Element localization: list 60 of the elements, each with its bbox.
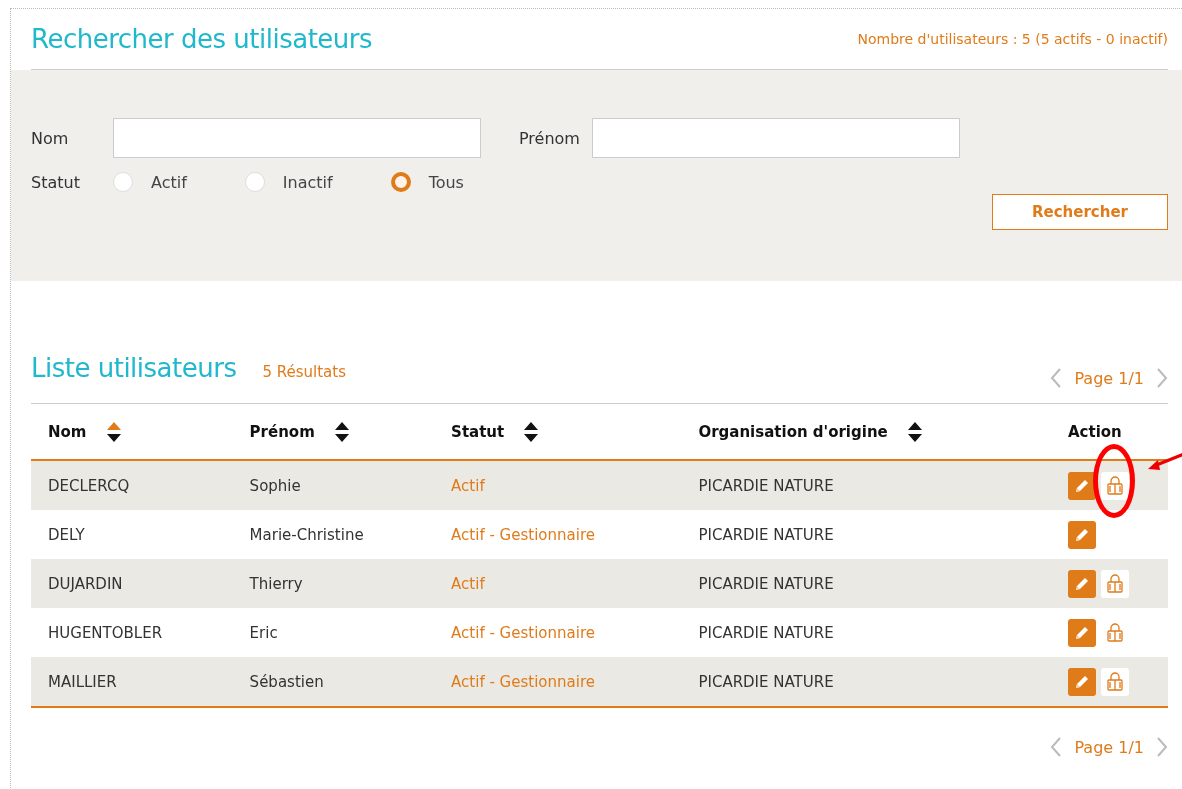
table-cell: DELY — [31, 510, 233, 559]
sort-icon[interactable] — [907, 421, 922, 442]
table-cell: PICARDIE NATURE — [681, 608, 1051, 657]
table-cell: PICARDIE NATURE — [681, 510, 1051, 559]
results-count: 5 Résultats — [262, 363, 346, 381]
access-button[interactable] — [1101, 471, 1129, 500]
edit-button[interactable] — [1068, 520, 1096, 549]
page-indicator: Page 1/1 — [1074, 737, 1144, 757]
sort-icon[interactable] — [524, 421, 539, 442]
field-label: Prénom — [519, 128, 580, 148]
table-cell: DECLERCQ — [31, 460, 233, 510]
book-icon — [1106, 622, 1124, 643]
column-header[interactable]: Organisation d'origine — [698, 421, 922, 442]
table-cell: HUGENTOBLER — [31, 608, 233, 657]
text-input[interactable] — [591, 118, 960, 158]
field-label: Statut — [31, 172, 81, 192]
next-page-icon[interactable] — [1156, 367, 1168, 389]
column-header: Action — [1068, 422, 1122, 441]
field-label: Nom — [31, 128, 70, 148]
access-button[interactable] — [1101, 667, 1129, 696]
text-input[interactable] — [113, 118, 481, 158]
next-page-icon[interactable] — [1156, 736, 1168, 758]
table-cell: PICARDIE NATURE — [681, 460, 1051, 510]
edit-button[interactable] — [1068, 618, 1096, 647]
table-cell: Marie-Christine — [232, 510, 435, 559]
table-cell: Actif - Gestionnaire — [434, 657, 682, 707]
table-cell: Eric — [232, 608, 435, 657]
table-cell: DUJARDIN — [31, 559, 233, 608]
table-cell: PICARDIE NATURE — [681, 559, 1051, 608]
column-header[interactable]: Prénom — [249, 421, 349, 442]
edit-button[interactable] — [1068, 667, 1096, 696]
column-header[interactable]: Nom — [48, 421, 121, 442]
radio-circle[interactable] — [390, 172, 411, 192]
book-icon — [1106, 573, 1124, 594]
section-title: Liste utilisateurs — [31, 353, 237, 383]
table-cell: Actif - Gestionnaire — [434, 608, 682, 657]
table-cell: Actif — [434, 559, 682, 608]
sort-icon[interactable] — [334, 421, 349, 442]
book-icon — [1106, 671, 1124, 692]
edit-button[interactable] — [1068, 569, 1096, 598]
table-cell: PICARDIE NATURE — [681, 657, 1051, 707]
book-icon — [1106, 475, 1124, 496]
section-title: Rechercher des utilisateurs — [31, 24, 373, 54]
sort-icon[interactable] — [106, 421, 121, 442]
edit-button[interactable] — [1068, 471, 1096, 500]
table-cell: Actif — [434, 460, 682, 510]
radio-option[interactable]: Tous — [390, 172, 464, 192]
table-cell: Sophie — [232, 460, 435, 510]
table-cell: MAILLIER — [31, 657, 233, 707]
table-cell: Sébastien — [232, 657, 435, 707]
previous-page-icon[interactable] — [1050, 367, 1063, 389]
page-indicator: Page 1/1 — [1074, 368, 1144, 388]
table-cell: Thierry — [232, 559, 435, 608]
previous-page-icon[interactable] — [1050, 736, 1063, 758]
user-count: Nombre d'utilisateurs : 5 (5 actifs - 0 inactif) — [857, 31, 1168, 47]
radio-option[interactable]: Actif — [113, 172, 187, 192]
column-header[interactable]: Statut — [451, 421, 539, 442]
table-cell: Actif - Gestionnaire — [434, 510, 682, 559]
access-button[interactable] — [1101, 569, 1129, 598]
radio-option[interactable]: Inactif — [244, 172, 333, 192]
